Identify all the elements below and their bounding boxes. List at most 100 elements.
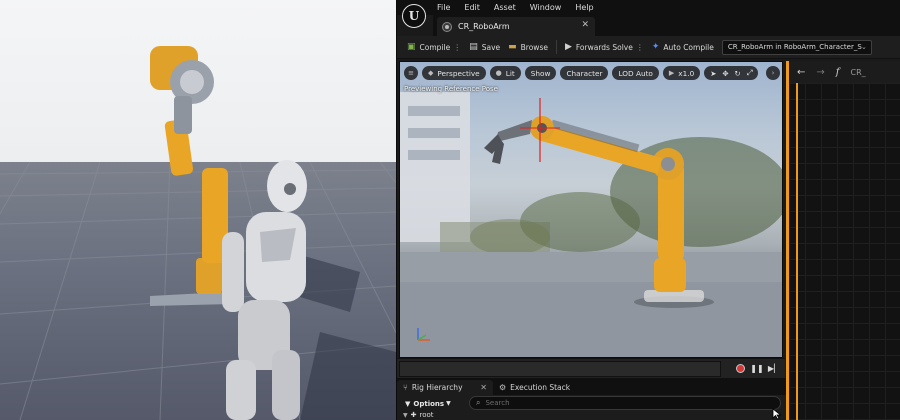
document-tab-bar: CR_RoboArm ✕ <box>433 15 900 36</box>
toolbar-divider <box>555 40 557 54</box>
record-icon <box>735 364 745 373</box>
mouse-cursor-icon <box>772 408 782 420</box>
function-icon: f <box>835 66 840 78</box>
transform-tools: ➤ ✥ ↻ ⤢ <box>704 66 759 80</box>
menu-edit[interactable]: Edit <box>464 1 488 15</box>
expand-arrow-icon[interactable]: ▼ <box>403 412 408 419</box>
screen: File Edit Asset Window Help U CR_RoboArm… <box>0 0 900 420</box>
character-button[interactable]: Character <box>560 66 609 80</box>
scale-tool-icon[interactable]: ⤢ <box>747 68 753 78</box>
perspective-label: Perspective <box>437 68 480 78</box>
chevron-down-icon: ▼ <box>446 400 451 407</box>
graph-selection-edge <box>796 83 798 420</box>
menu-bar: File Edit Asset Window Help <box>397 0 900 15</box>
back-arrow-icon[interactable]: ← <box>797 67 805 78</box>
forward-arrow-icon[interactable]: → <box>816 67 824 78</box>
main-toolbar: ▣ Compile ⋮ ▤ Save ▬ Browse ▶ Forwards S… <box>397 36 900 59</box>
playback-speed-button[interactable]: ▶ x1.0 <box>662 66 701 80</box>
lit-button[interactable]: ● Lit <box>489 66 521 80</box>
compile-button[interactable]: ▣ Compile ⋮ <box>403 38 465 57</box>
viewport-scene <box>400 92 782 357</box>
close-tab-icon[interactable]: ✕ <box>581 20 589 30</box>
playback-speed-label: x1.0 <box>678 68 695 78</box>
move-tool-icon[interactable]: ✥ <box>722 69 728 78</box>
debug-object-value: CR_RoboArm in RoboArm_Character_S <box>727 43 862 51</box>
left-scene-figures <box>150 46 307 420</box>
browse-button[interactable]: ▬ Browse <box>504 38 552 57</box>
bone-icon: ✚ <box>410 411 417 419</box>
step-forward-button[interactable]: ▶▏ <box>767 362 781 376</box>
auto-compile-label: Auto Compile <box>663 42 714 52</box>
tab-execution-stack-label: Execution Stack <box>510 383 571 392</box>
document-tab-cr-roboarm[interactable]: CR_RoboArm ✕ <box>437 17 595 36</box>
show-label: Show <box>530 68 551 78</box>
lod-label: LOD Auto <box>618 68 653 78</box>
debug-object-select[interactable]: CR_RoboArm in RoboArm_Character_S ⌄ <box>721 39 872 55</box>
menu-file[interactable]: File <box>437 1 458 15</box>
menu-window[interactable]: Window <box>530 1 570 15</box>
rig-graph-panel[interactable]: ← → f CR_ <box>786 61 900 420</box>
tab-rig-hierarchy[interactable]: ⑂ Rig Hierarchy ✕ <box>397 380 493 395</box>
execution-stack-icon: ⚙ <box>499 383 507 392</box>
search-placeholder: Search <box>485 399 510 407</box>
graph-title: CR_ <box>850 67 866 77</box>
graph-header: ← → f CR_ <box>789 61 900 83</box>
menu-help[interactable]: Help <box>575 1 601 15</box>
close-tab-icon[interactable]: ✕ <box>480 383 487 392</box>
document-tab-label: CR_RoboArm <box>458 22 510 31</box>
lit-label: Lit <box>505 68 515 78</box>
lighting-icon: ● <box>495 69 502 77</box>
play-step-icon: ▶ <box>564 42 572 52</box>
pause-button[interactable]: ❚❚ <box>750 362 764 376</box>
play-icon: ▶ <box>668 69 675 77</box>
graph-grid[interactable] <box>789 83 900 420</box>
viewport-more-button[interactable]: › <box>766 66 780 80</box>
compile-options-icon[interactable]: ⋮ <box>453 43 461 52</box>
preview-viewport[interactable]: ≡ ◆ Perspective ● Lit Show Character LOD <box>399 61 783 358</box>
browse-label: Browse <box>520 42 548 52</box>
record-button[interactable] <box>733 362 747 376</box>
step-forward-icon: ▶▏ <box>767 364 781 373</box>
compile-icon: ▣ <box>407 42 416 52</box>
rotate-tool-icon[interactable]: ↻ <box>734 69 740 78</box>
bottom-panel-tabs: ⑂ Rig Hierarchy ✕ ⚙ Execution Stack <box>397 378 786 395</box>
control-rig-editor: File Edit Asset Window Help U CR_RoboArm… <box>396 0 900 420</box>
viewport-menu-button[interactable]: ≡ <box>404 66 418 80</box>
search-icon: ⌕ <box>476 398 481 407</box>
forwards-solve-options-icon[interactable]: ⋮ <box>636 43 644 52</box>
game-viewport[interactable] <box>0 0 396 420</box>
folder-icon: ▬ <box>508 42 517 52</box>
options-label: Options <box>413 399 445 408</box>
options-button[interactable]: ▼ Options ▼ <box>405 397 451 410</box>
control-rig-asset-icon <box>442 21 452 32</box>
save-button[interactable]: ▤ Save <box>465 38 504 57</box>
lod-button[interactable]: LOD Auto <box>612 66 659 80</box>
forwards-solve-label: Forwards Solve <box>575 42 633 52</box>
rig-hierarchy-panel: ▼ Options ▼ ⌕ Search ▼ ✚ root <box>397 395 786 420</box>
timeline-track[interactable] <box>399 360 721 377</box>
show-button[interactable]: Show <box>524 66 557 80</box>
tab-execution-stack[interactable]: ⚙ Execution Stack <box>493 380 576 395</box>
character-label: Character <box>566 68 603 78</box>
pause-icon: ❚❚ <box>750 364 764 373</box>
save-icon: ▤ <box>469 42 478 52</box>
auto-compile-icon: ✦ <box>651 42 660 52</box>
chevron-down-icon: ⌄ <box>861 42 867 51</box>
save-label: Save <box>481 42 501 52</box>
axis-gizmo-icon <box>417 328 430 341</box>
hierarchy-icon: ⑂ <box>403 383 408 392</box>
auto-compile-toggle[interactable]: ✦ Auto Compile <box>648 38 718 57</box>
tree-row-root[interactable]: ▼ ✚ root <box>403 411 434 419</box>
unreal-logo-icon[interactable]: U <box>402 4 426 28</box>
filter-icon: ▼ <box>405 399 411 408</box>
forwards-solve-button[interactable]: ▶ Forwards Solve ⋮ <box>561 38 648 57</box>
tree-row-label: root <box>419 411 434 419</box>
select-tool-icon[interactable]: ➤ <box>710 69 716 78</box>
hierarchy-search-input[interactable]: ⌕ Search <box>469 396 781 410</box>
menu-asset[interactable]: Asset <box>494 1 524 15</box>
menu-items: File Edit Asset Window Help <box>437 1 608 15</box>
tab-rig-hierarchy-label: Rig Hierarchy <box>411 383 463 392</box>
perspective-button[interactable]: ◆ Perspective <box>422 66 486 80</box>
chevron-right-icon: › <box>771 69 775 77</box>
compile-label: Compile <box>419 42 451 52</box>
